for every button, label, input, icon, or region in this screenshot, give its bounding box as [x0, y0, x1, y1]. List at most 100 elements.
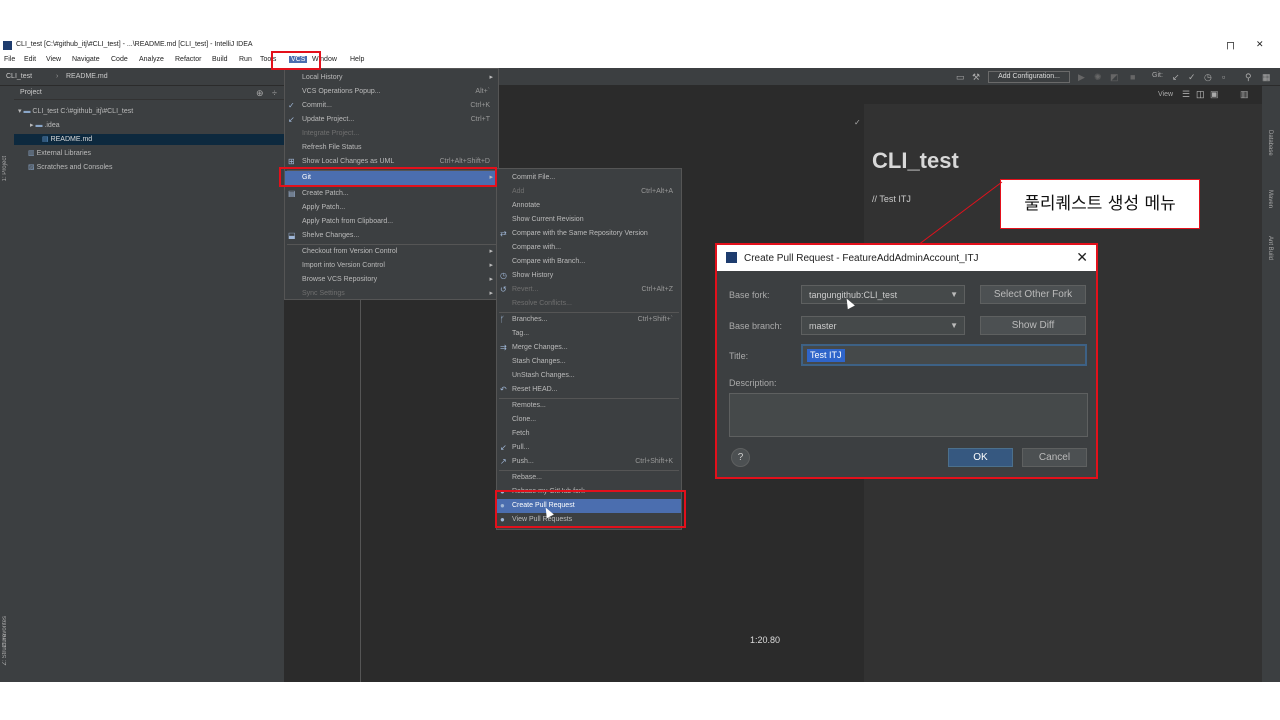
git-menu-item[interactable]: ↗ Push... Ctrl+Shift+K: [497, 455, 681, 469]
git-menu-item[interactable]: Stash Changes...: [497, 355, 681, 369]
menu-item-label: Update Project...: [302, 116, 355, 123]
menu-view[interactable]: View: [46, 56, 61, 63]
git-commit-icon[interactable]: ✓: [1188, 72, 1196, 83]
git-menu-item[interactable]: Rebase...: [497, 471, 681, 485]
maven-tool-tab[interactable]: Maven: [1267, 190, 1273, 208]
search-icon[interactable]: ⚲: [1245, 72, 1252, 83]
debug-icon[interactable]: ✺: [1094, 72, 1102, 83]
git-menu-item[interactable]: ⇄ Compare with the Same Repository Versio…: [497, 227, 681, 241]
vcs-menu-item[interactable]: Import into Version Control ▸: [285, 259, 498, 273]
vcs-menu-item[interactable]: ✓ Commit... Ctrl+K: [285, 99, 498, 113]
breadcrumb-project[interactable]: CLI_test: [6, 73, 32, 80]
menu-code[interactable]: Code: [111, 56, 128, 63]
preview-settings-icon[interactable]: ▥: [1240, 89, 1249, 100]
add-configuration-button[interactable]: Add Configuration...: [988, 71, 1070, 83]
submenu-arrow-icon: ▸: [489, 248, 493, 255]
git-menu-item[interactable]: Remotes...: [497, 399, 681, 413]
vcs-menu-item[interactable]: Apply Patch from Clipboard...: [285, 215, 498, 229]
git-menu-item[interactable]: ⇉ Merge Changes...: [497, 341, 681, 355]
git-menu-item[interactable]: ◷ Show History: [497, 269, 681, 283]
menu-item-label: Merge Changes...: [512, 344, 568, 351]
preview-only-icon[interactable]: ▣: [1210, 89, 1219, 100]
tree-item-root[interactable]: ▾ ▬ CLI_test C:\#github_itj\#CLI_test: [18, 107, 133, 115]
git-menu-item[interactable]: Compare with...: [497, 241, 681, 255]
menu-item-label: Stash Changes...: [512, 358, 566, 365]
tree-item-external-libraries[interactable]: ▥ External Libraries: [28, 149, 91, 157]
locate-icon[interactable]: ⊕: [256, 88, 264, 99]
git-menu-item[interactable]: ↙ Pull...: [497, 441, 681, 455]
git-menu-item[interactable]: Add Ctrl+Alt+A: [497, 185, 681, 199]
menu-item-label: Refresh File Status: [302, 144, 362, 151]
database-tool-tab[interactable]: Database: [1267, 130, 1273, 156]
menu-item-label: Show History: [512, 272, 554, 279]
project-panel-title[interactable]: Project: [20, 89, 42, 96]
vcs-menu-item[interactable]: Refresh File Status: [285, 141, 498, 155]
tree-item-idea[interactable]: ▸ ▬ .idea: [30, 121, 60, 129]
git-menu-item[interactable]: ↺ Revert... Ctrl+Alt+Z: [497, 283, 681, 297]
git-menu-item[interactable]: Annotate: [497, 199, 681, 213]
git-rollback-icon[interactable]: ▫: [1222, 72, 1225, 82]
settings-grid-icon[interactable]: ▦: [1262, 72, 1271, 83]
vcs-menu-item[interactable]: Integrate Project...: [285, 127, 498, 141]
menu-item-icon: ▤: [288, 189, 296, 198]
menu-file[interactable]: File: [4, 56, 15, 63]
vcs-menu-item[interactable]: ↙ Update Project... Ctrl+T: [285, 113, 498, 127]
restore-window-icon[interactable]: ㄇ: [1226, 39, 1235, 52]
menu-item-icon: ⊞: [288, 157, 295, 166]
build-hammer-icon[interactable]: ⚒: [972, 72, 980, 83]
git-menu-item[interactable]: Resolve Conflicts...: [497, 297, 681, 311]
menu-help[interactable]: Help: [350, 56, 364, 63]
collapse-icon[interactable]: ÷: [272, 88, 277, 98]
breadcrumb-file[interactable]: README.md: [66, 73, 108, 80]
coverage-icon[interactable]: ◩: [1110, 72, 1119, 83]
git-menu-item[interactable]: Clone...: [497, 413, 681, 427]
left-tool-strip: 1: Project 2: Favorites Z: Structure: [0, 86, 14, 682]
menu-item-label: Reset HEAD...: [512, 386, 558, 393]
menu-run[interactable]: Run: [239, 56, 252, 63]
vcs-menu-item[interactable]: Local History ▸: [285, 71, 498, 85]
git-update-icon[interactable]: ↙: [1172, 72, 1180, 83]
tree-item-readme[interactable]: ▤ README.md: [42, 135, 92, 143]
menu-analyze[interactable]: Analyze: [139, 56, 164, 63]
git-menu-item[interactable]: ↶ Reset HEAD...: [497, 383, 681, 397]
vcs-menu-item[interactable]: VCS Operations Popup... Alt+`: [285, 85, 498, 99]
ant-build-tool-tab[interactable]: Ant Build: [1267, 236, 1273, 260]
menu-item-icon: ⇄: [500, 229, 507, 238]
editor-only-icon[interactable]: ☰: [1182, 89, 1190, 100]
vcs-menu-item[interactable]: Apply Patch...: [285, 201, 498, 215]
split-view-icon[interactable]: ◫: [1196, 89, 1205, 100]
menu-refactor[interactable]: Refactor: [175, 56, 201, 63]
menu-item-icon: ↶: [500, 385, 507, 394]
view-label[interactable]: View: [1158, 91, 1173, 98]
git-menu-item[interactable]: Tag...: [497, 327, 681, 341]
layout-icon[interactable]: ▭: [956, 72, 965, 83]
stop-icon[interactable]: ■: [1130, 72, 1135, 82]
menu-navigate[interactable]: Navigate: [72, 56, 100, 63]
project-tool-tab[interactable]: 1: Project: [2, 156, 8, 181]
menu-item-label: Pull...: [512, 444, 530, 451]
run-icon[interactable]: ▶: [1078, 72, 1085, 83]
vcs-menu-item[interactable]: ⬓ Shelve Changes...: [285, 229, 498, 243]
vcs-menu-item[interactable]: ▤ Create Patch...: [285, 187, 498, 201]
git-menu-item[interactable]: Fetch: [497, 427, 681, 441]
git-history-icon[interactable]: ◷: [1204, 72, 1212, 83]
menu-edit[interactable]: Edit: [24, 56, 36, 63]
git-menu-item[interactable]: ᚶ Branches... Ctrl+Shift+`: [497, 313, 681, 327]
menu-item-label: Commit...: [302, 102, 332, 109]
menu-item-label: Checkout from Version Control: [302, 248, 398, 255]
close-window-icon[interactable]: ✕: [1256, 39, 1264, 50]
git-menu-item[interactable]: Show Current Revision: [497, 213, 681, 227]
structure-tool-tab[interactable]: Z: Structure: [2, 634, 8, 665]
git-menu-item[interactable]: UnStash Changes...: [497, 369, 681, 383]
git-menu-item[interactable]: Commit File...: [497, 171, 681, 185]
git-menu-item[interactable]: Compare with Branch...: [497, 255, 681, 269]
highlight-dialog: [715, 243, 1098, 479]
tree-item-scratches[interactable]: ▨ Scratches and Consoles: [28, 163, 112, 171]
vcs-menu-item[interactable]: Checkout from Version Control ▸: [285, 245, 498, 259]
menu-build[interactable]: Build: [212, 56, 228, 63]
menu-item-label: Compare with the Same Repository Version: [512, 230, 648, 237]
navigation-toolbar: CLI_test › README.md ▭ ⚒ Add Configurati…: [0, 68, 1280, 86]
vcs-menu-item[interactable]: Sync Settings ▸: [285, 287, 498, 301]
git-submenu: Commit File... Add Ctrl+Alt+A Annotate Show …: [496, 168, 682, 530]
vcs-menu-item[interactable]: Browse VCS Repository ▸: [285, 273, 498, 287]
